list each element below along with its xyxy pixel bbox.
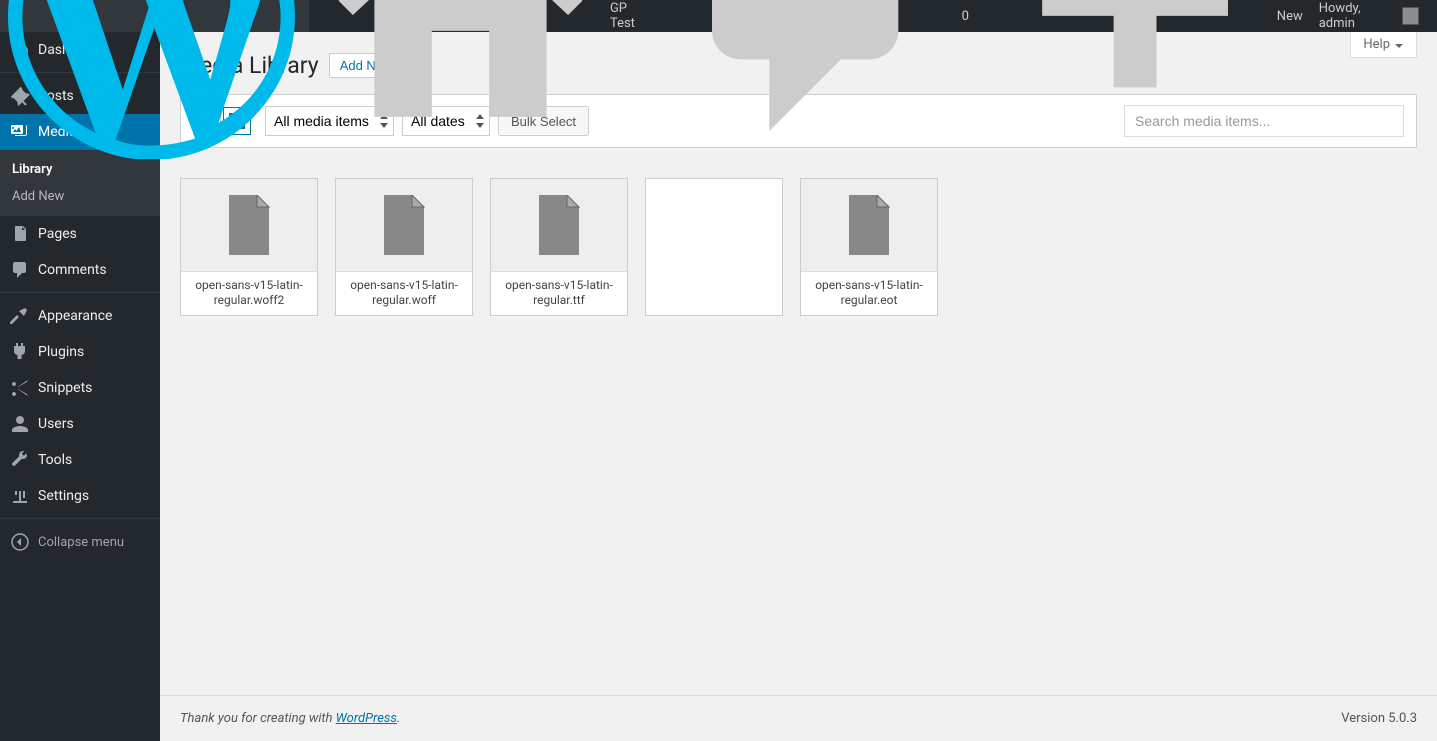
user-icon bbox=[10, 414, 30, 434]
file-icon bbox=[491, 179, 627, 271]
scissors-icon bbox=[10, 378, 30, 398]
sidebar-item-label: Comments bbox=[38, 262, 107, 278]
collapse-icon bbox=[10, 532, 30, 552]
file-icon bbox=[801, 179, 937, 271]
footer-thankyou: Thank you for creating with WordPress. bbox=[180, 711, 400, 726]
admin-toolbar-right: Howdy, admin bbox=[1311, 0, 1427, 32]
media-item[interactable]: open-sans-v15-latin-regular.woff bbox=[335, 178, 473, 316]
media-filename: open-sans-v15-latin-regular.woff bbox=[336, 271, 472, 315]
admin-toolbar-left: GP Test 0 New bbox=[0, 0, 1311, 32]
sidebar-item-label: Appearance bbox=[38, 308, 112, 324]
wordpress-logo-menu[interactable] bbox=[0, 0, 309, 32]
sidebar-submenu-media: Library Add New bbox=[0, 150, 160, 216]
sidebar-item-pages[interactable]: Pages bbox=[0, 216, 160, 252]
sidebar-subitem-library[interactable]: Library bbox=[0, 156, 160, 183]
plugin-icon bbox=[10, 342, 30, 362]
sidebar-item-label: Tools bbox=[38, 452, 72, 468]
media-item[interactable]: open-sans-v15-latin-regular.woff2 bbox=[180, 178, 318, 316]
media-grid: open-sans-v15-latin-regular.woff2 open-sa… bbox=[180, 178, 1417, 316]
sidebar-item-snippets[interactable]: Snippets bbox=[0, 370, 160, 406]
new-content-menu[interactable]: New bbox=[977, 0, 1311, 32]
sidebar-item-label: Settings bbox=[38, 488, 89, 504]
media-filename: open-sans-v15-latin-regular.woff2 bbox=[181, 271, 317, 315]
sidebar-separator bbox=[0, 514, 160, 519]
comments-menu[interactable]: 0 bbox=[661, 0, 977, 32]
howdy-label: Howdy, admin bbox=[1319, 1, 1396, 31]
sidebar-item-plugins[interactable]: Plugins bbox=[0, 334, 160, 370]
wordpress-icon bbox=[8, 0, 295, 159]
comment-icon bbox=[669, 0, 956, 159]
plus-icon bbox=[985, 0, 1271, 159]
media-filename: open-sans-v15-latin-regular.eot bbox=[801, 271, 937, 315]
settings-icon bbox=[10, 486, 30, 506]
file-icon bbox=[646, 179, 782, 315]
sidebar-subitem-add-new[interactable]: Add New bbox=[0, 183, 160, 210]
media-item[interactable]: open-sans-v15-latin-regular.ttf bbox=[490, 178, 628, 316]
sidebar-item-users[interactable]: Users bbox=[0, 406, 160, 442]
media-item[interactable]: open-sans-v15-latin-regular.eot bbox=[800, 178, 938, 316]
admin-toolbar: GP Test 0 New Howdy, admin bbox=[0, 0, 1437, 32]
sidebar-item-appearance[interactable]: Appearance bbox=[0, 298, 160, 334]
wrench-icon bbox=[10, 450, 30, 470]
sidebar-item-label: Users bbox=[38, 416, 74, 432]
site-name-menu[interactable]: GP Test bbox=[309, 0, 661, 32]
wordpress-link[interactable]: WordPress bbox=[336, 711, 397, 726]
new-label: New bbox=[1277, 9, 1303, 24]
sidebar-item-tools[interactable]: Tools bbox=[0, 442, 160, 478]
media-item[interactable] bbox=[645, 178, 783, 316]
chevron-down-icon bbox=[1394, 40, 1404, 50]
sidebar-separator bbox=[0, 288, 160, 293]
footer: Thank you for creating with WordPress. V… bbox=[160, 695, 1437, 741]
avatar bbox=[1402, 7, 1419, 25]
sidebar-item-settings[interactable]: Settings bbox=[0, 478, 160, 514]
user-account-menu[interactable]: Howdy, admin bbox=[1311, 0, 1427, 32]
file-icon bbox=[336, 179, 472, 271]
footer-version: Version 5.0.3 bbox=[1341, 711, 1417, 726]
file-icon bbox=[181, 179, 317, 271]
help-label: Help bbox=[1363, 37, 1390, 52]
home-icon bbox=[317, 0, 604, 160]
sidebar-item-comments[interactable]: Comments bbox=[0, 252, 160, 288]
sidebar-item-label: Snippets bbox=[38, 380, 92, 396]
sidebar-item-label: Plugins bbox=[38, 344, 84, 360]
comment-icon bbox=[10, 260, 30, 280]
sidebar-item-label: Pages bbox=[38, 226, 77, 242]
collapse-menu-button[interactable]: Collapse menu bbox=[0, 524, 160, 560]
page-icon bbox=[10, 224, 30, 244]
help-tab[interactable]: Help bbox=[1350, 32, 1417, 58]
site-name-label: GP Test bbox=[610, 1, 653, 31]
media-filename: open-sans-v15-latin-regular.ttf bbox=[491, 271, 627, 315]
collapse-label: Collapse menu bbox=[38, 535, 124, 550]
comments-count: 0 bbox=[962, 9, 969, 24]
appearance-icon bbox=[10, 306, 30, 326]
